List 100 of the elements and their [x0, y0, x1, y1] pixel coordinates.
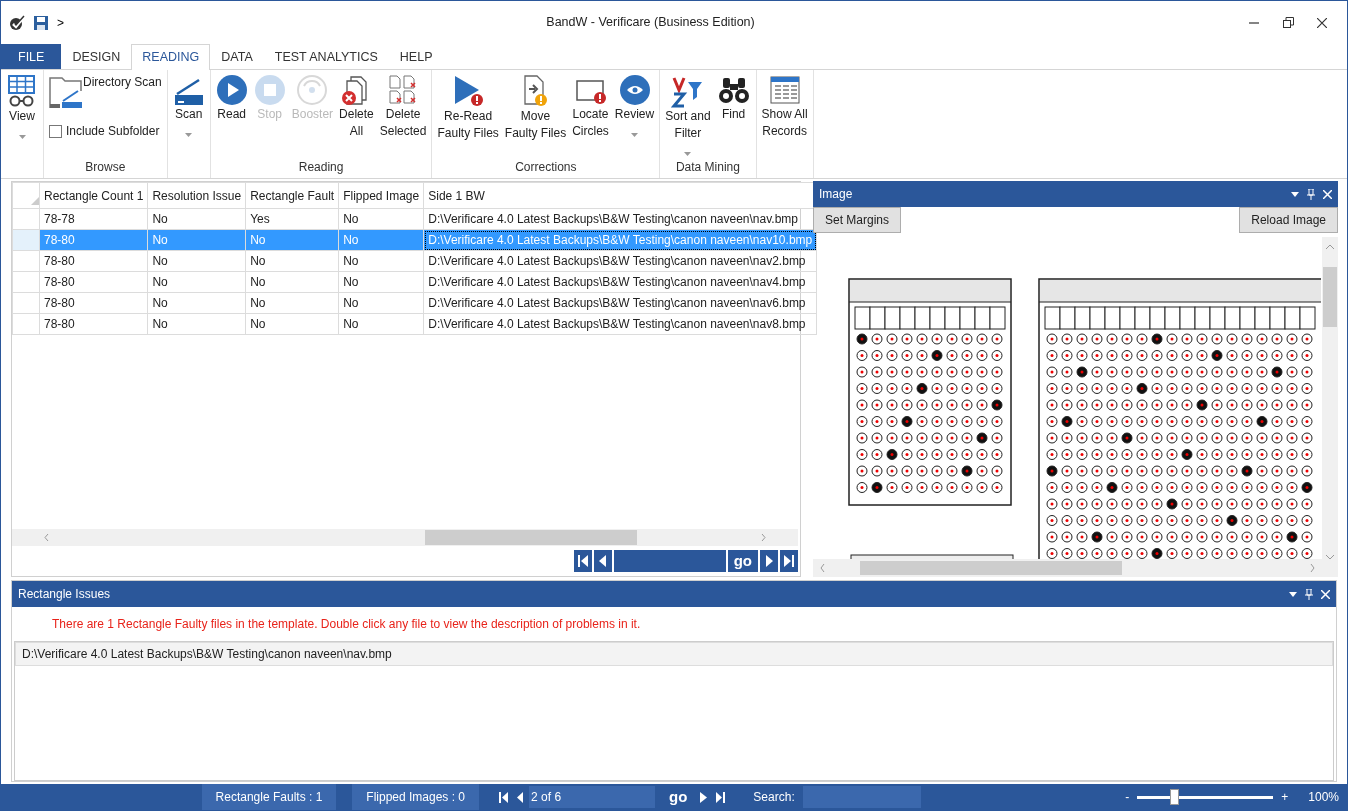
pin-icon[interactable] — [1305, 588, 1313, 600]
grid-row[interactable]: 78-80 No No No D:\Verificare 4.0 Latest Backups\B&W Testing\canon naveen\nav2.bmp — [12, 250, 817, 272]
close-icon[interactable] — [1321, 589, 1330, 599]
pin-icon[interactable] — [1307, 188, 1315, 200]
table-cell: 78-80 — [39, 250, 148, 272]
table-cell: No — [245, 250, 339, 272]
panel-title: Rectangle Issues — [18, 586, 112, 603]
ribbon-button[interactable]: Sort and Filter — [663, 72, 713, 158]
grid-row[interactable]: 78-80 No No No D:\Verificare 4.0 Latest Backups\B&W Testing\canon naveen\nav8.bmp — [12, 313, 817, 335]
table-cell: D:\Verificare 4.0 Latest Backups\B&W Testing\canon naveen\nav8.bmp — [423, 313, 817, 335]
last-page-button[interactable] — [780, 550, 798, 572]
zoom-slider-thumb[interactable] — [1170, 789, 1179, 805]
ribbon-tab[interactable]: TEST ANALYTICS — [263, 44, 389, 69]
dropdown-icon[interactable] — [1291, 191, 1299, 197]
ribbon-group-label: Reading — [298, 160, 344, 174]
rectangle-faults-status: Rectangle Faults : 1 — [201, 784, 337, 810]
table-cell: D:\Verificare 4.0 Latest Backups\B&W Testing\canon naveen\nav4.bmp — [423, 271, 817, 293]
column-header[interactable]: Resolution Issue — [147, 182, 246, 209]
grid-row[interactable]: 78-80 No No No D:\Verificare 4.0 Latest Backups\B&W Testing\canon naveen\nav6.bmp — [12, 292, 817, 314]
warning-message: There are 1 Rectangle Faulty files in the template. Double click any file to view the description of problems in it. — [51, 616, 642, 633]
horizontal-scrollbar[interactable] — [12, 529, 798, 546]
zoom-in-button[interactable]: + — [1277, 787, 1293, 807]
ribbon-tab[interactable]: DATA — [210, 44, 264, 69]
ribbon-button[interactable]: Directory Scan — [47, 72, 164, 112]
first-page-button[interactable] — [573, 550, 592, 572]
ribbon-button[interactable]: Re-Read Faulty Files — [435, 72, 501, 144]
checkbox-label[interactable]: Include Subfolder — [66, 122, 160, 140]
table-cell: No — [338, 250, 424, 272]
panel-button[interactable]: Reload Image — [1239, 207, 1338, 233]
column-header[interactable]: Rectangle Fault — [245, 182, 339, 209]
column-header[interactable]: Flipped Image — [338, 182, 424, 209]
caret-icon — [185, 133, 193, 137]
ribbon-button[interactable]: View — [4, 72, 40, 141]
next-page-button[interactable] — [760, 550, 778, 572]
table-cell: No — [147, 292, 246, 314]
grid-row[interactable]: 78-80 No No No D:\Verificare 4.0 Latest Backups\B&W Testing\canon naveen\nav4.bmp — [12, 271, 817, 293]
caret-icon — [684, 152, 692, 156]
go-button[interactable]: go — [727, 550, 758, 572]
gauge-icon — [296, 74, 329, 106]
table-cell: No — [338, 271, 424, 293]
ribbon-button[interactable]: Show All Records — [759, 72, 810, 142]
panel-title: Image — [819, 186, 854, 203]
table-cell: No — [147, 313, 246, 335]
caret-icon — [631, 133, 638, 137]
ribbon-tab[interactable]: HELP — [388, 44, 444, 69]
table-cell: D:\Verificare 4.0 Latest Backups\B&W Testing\canon naveen\nav10.bmp — [423, 229, 817, 251]
file-list-item[interactable]: D:\Verificare 4.0 Latest Backups\B&W Testing\canon naveen\nav.bmp — [15, 642, 1333, 666]
table-cell: Yes — [245, 208, 339, 230]
vertical-scrollbar[interactable] — [1322, 237, 1338, 559]
checkbox[interactable] — [49, 124, 62, 138]
minimize-icon — [1249, 21, 1259, 24]
previous-page-icon — [516, 792, 526, 804]
ribbon-button[interactable]: Review — [612, 72, 657, 139]
grid-row[interactable]: 78-78 No Yes No D:\Verificare 4.0 Latest Backups\B&W Testing\canon naveen\nav.bmp — [12, 208, 817, 230]
horizontal-scrollbar[interactable] — [813, 559, 1338, 577]
panel-button[interactable]: Set Margins — [813, 207, 902, 233]
check-icon[interactable] — [9, 14, 25, 31]
flipped-images-status: Flipped Images : 0 — [352, 784, 480, 810]
ribbon-button[interactable]: Delete All — [337, 72, 376, 142]
ribbon-tab[interactable]: READING — [131, 44, 211, 70]
ribbon-button[interactable]: Scan — [170, 72, 207, 139]
ribbon-tab[interactable]: DESIGN — [61, 44, 132, 69]
ribbon-button[interactable]: Locate Circles — [570, 72, 611, 142]
search-label: Search: — [753, 789, 795, 806]
table-cell: No — [245, 271, 339, 293]
save-icon[interactable] — [33, 14, 49, 31]
table-cell: No — [147, 250, 246, 272]
table-cell: 78-80 — [39, 292, 148, 314]
close-icon[interactable] — [1323, 189, 1332, 199]
page-field[interactable]: 2 of 6 — [529, 786, 656, 808]
go-button[interactable]: go — [661, 786, 696, 808]
first-page-icon — [499, 792, 509, 804]
first-page-icon — [577, 555, 588, 567]
ribbon-tab[interactable]: FILE — [1, 44, 62, 69]
stop-icon — [253, 74, 286, 106]
ribbon-button[interactable]: Read — [213, 72, 250, 125]
ribbon-button[interactable]: Find — [714, 72, 753, 125]
table-cell: No — [338, 208, 424, 230]
window-title: BandW - Verificare (Business Edition) — [546, 15, 755, 30]
table-cell: No — [147, 271, 246, 293]
column-header[interactable]: Rectangle Count 1 — [39, 182, 148, 209]
quick-access-more-button[interactable]: > — [57, 13, 64, 32]
table-icon — [768, 74, 801, 106]
previous-page-button[interactable] — [593, 550, 612, 572]
ribbon-group-label: Browse — [85, 160, 126, 174]
table-cell: D:\Verificare 4.0 Latest Backups\B&W Testing\canon naveen\nav6.bmp — [423, 292, 817, 314]
zoom-out-button[interactable]: - — [1121, 787, 1134, 807]
previous-page-icon — [597, 555, 608, 567]
eye-icon — [618, 74, 651, 106]
table-cell: No — [245, 313, 339, 335]
table-cell: 78-78 — [39, 208, 148, 230]
table-cell: No — [245, 292, 339, 314]
page-input-field[interactable] — [613, 550, 726, 572]
next-page-icon — [699, 792, 709, 804]
dropdown-icon[interactable] — [1289, 591, 1297, 597]
ribbon-group-label: Corrections — [515, 160, 577, 174]
zoom-percent: 100% — [1308, 789, 1339, 806]
ribbon-button[interactable]: Delete Selected — [377, 72, 429, 142]
folder-scanner-icon — [49, 74, 83, 110]
ribbon-button[interactable]: Move Faulty Files — [502, 72, 569, 144]
